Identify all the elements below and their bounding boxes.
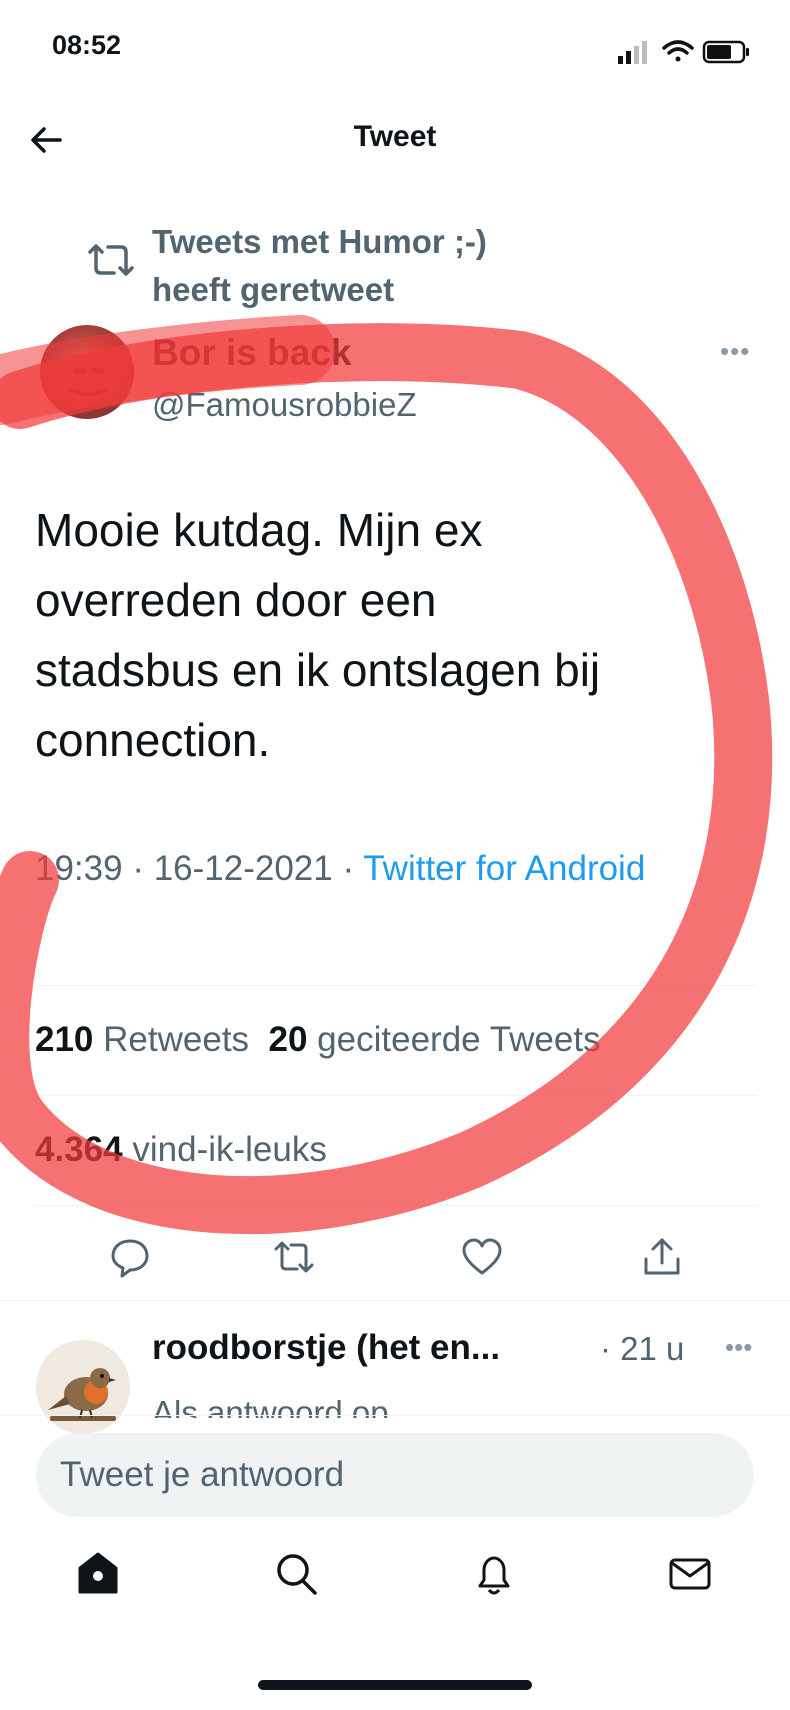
likes-stat[interactable]: 4.364 vind-ik-leuks (35, 1130, 327, 1170)
wifi-icon (662, 40, 694, 62)
home-indicator (258, 1680, 532, 1690)
home-icon[interactable] (72, 1548, 124, 1600)
tweet-text: Mooie kutdag. Mijn ex overreden door een… (35, 495, 755, 775)
tweet-line: Mooie kutdag. Mijn ex (35, 504, 483, 556)
retweets-stat[interactable]: 210 Retweets (35, 1020, 249, 1059)
status-icons (618, 40, 749, 64)
battery-icon (702, 40, 749, 64)
quotes-stat[interactable]: 20 geciteerde Tweets (269, 1020, 601, 1059)
page-title: Tweet (353, 120, 437, 153)
bottom-nav (0, 1548, 790, 1608)
reply-time: · 21 u (600, 1330, 685, 1367)
reply-avatar[interactable] (36, 1340, 130, 1434)
tweet-time: 19:39 (35, 849, 123, 888)
divider (35, 1205, 757, 1206)
like-icon[interactable] (460, 1235, 504, 1279)
tweet-meta: 19:39 · 16-12-2021 · Twitter for Android (35, 849, 646, 888)
retweet-icon (88, 244, 134, 276)
divider (0, 1415, 790, 1416)
likes-count: 4.364 (35, 1130, 123, 1169)
tweet-date: 16-12-2021 (153, 849, 333, 888)
avatar-image (58, 353, 118, 401)
red-circle-annotation (0, 315, 773, 1235)
status-time: 08:52 (52, 30, 122, 60)
divider (35, 1095, 757, 1096)
retweet-action-icon[interactable] (272, 1235, 316, 1279)
divider (0, 1300, 790, 1301)
reply-icon[interactable] (108, 1235, 152, 1279)
reply-more-icon[interactable]: ••• (725, 1332, 752, 1363)
more-options-icon[interactable]: ••• (720, 336, 750, 367)
retweeted-by[interactable]: Tweets met Humor ;-) heeft geretweet (152, 218, 487, 314)
author-name[interactable]: Bor is back (152, 332, 351, 374)
reply-author-name[interactable]: roodborstje (het en... (152, 1328, 500, 1368)
likes-label: vind-ik-leuks (132, 1130, 327, 1169)
tweet-stats: 210 Retweets 20 geciteerde Tweets (35, 1020, 601, 1060)
retweeted-by-account[interactable]: Tweets met Humor ;-) (152, 218, 487, 266)
share-icon[interactable] (640, 1235, 684, 1279)
search-icon[interactable] (270, 1548, 322, 1600)
author-handle[interactable]: @FamousrobbieZ (152, 386, 417, 424)
tweet-line: stadsbus en ik ontslagen bij (35, 644, 601, 696)
tweet-actions (0, 1235, 790, 1285)
reply-compose-input[interactable]: Tweet je antwoord (36, 1433, 754, 1517)
retweets-count: 210 (35, 1020, 94, 1059)
retweets-label: Retweets (103, 1020, 250, 1059)
author-avatar[interactable] (40, 325, 134, 419)
quotes-count: 20 (268, 1020, 308, 1059)
reply-context: Als antwoord op (152, 1394, 389, 1418)
robin-image (48, 1368, 116, 1421)
notifications-icon[interactable] (468, 1548, 520, 1600)
retweeted-by-label: heeft geretweet (152, 271, 395, 308)
quotes-label: geciteerde Tweets (317, 1020, 601, 1059)
tweet-line: connection. (35, 714, 271, 766)
signal-icon (618, 41, 647, 64)
divider (35, 985, 757, 986)
tweet-line: overreden door een (35, 574, 437, 626)
messages-icon[interactable] (664, 1548, 716, 1600)
tweet-source-link[interactable]: Twitter for Android (363, 849, 645, 888)
